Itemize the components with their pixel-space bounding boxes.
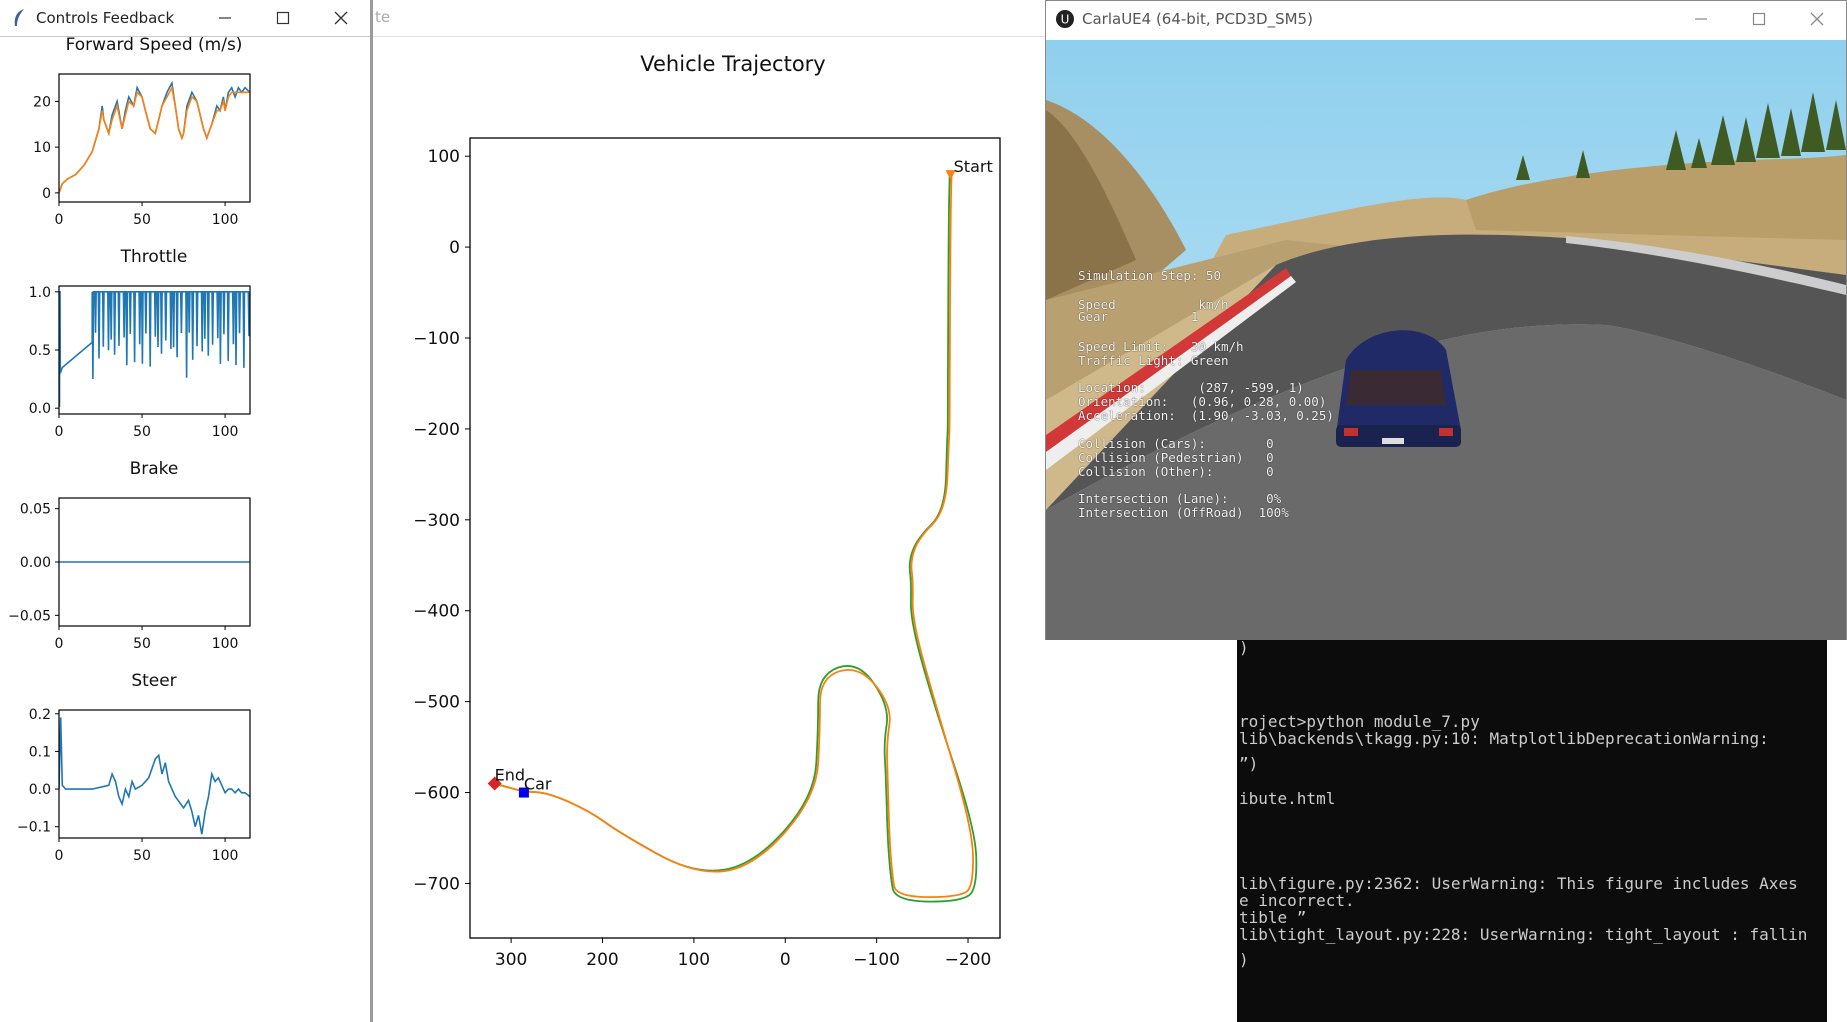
controls-titlebar[interactable]: Controls Feedback xyxy=(0,0,370,36)
subplot-axes xyxy=(58,73,251,203)
y-tick-label: 0.0 xyxy=(29,782,51,798)
hud-line: Acceleration: (1.90, -3.03, 0.25) xyxy=(1078,408,1334,423)
hud-line: Intersection (OffRoad) 100% xyxy=(1078,505,1289,520)
series-line xyxy=(59,717,250,835)
carla-window[interactable]: U CarlaUE4 (64-bit, PCD3D_SM5) Simulatio… xyxy=(1045,0,1847,640)
subplot-axes xyxy=(58,709,251,839)
y-tick-label: 10 xyxy=(33,140,51,156)
controls-feedback-window: Controls Feedback Forward Speed (m/s) 20 1… xyxy=(0,0,373,1022)
terminal-line: ibute.html xyxy=(1239,789,1336,808)
series-line xyxy=(59,291,250,407)
hud-line: Traffic Light: Green xyxy=(1078,353,1229,368)
y-tick-label: 0 xyxy=(449,238,460,258)
trajectory-line xyxy=(492,174,978,903)
close-button[interactable] xyxy=(1788,1,1846,37)
hud-line: Collision (Other): 0 xyxy=(1078,464,1274,479)
subplot-title: Steer xyxy=(131,671,176,691)
x-tick-label: 0 xyxy=(55,848,64,864)
x-tick-label: 50 xyxy=(133,636,151,652)
x-tick-label: 100 xyxy=(212,636,239,652)
y-tick-label: 20 xyxy=(33,94,51,110)
trajectory-line xyxy=(492,174,974,899)
x-tick-label: 50 xyxy=(133,424,151,440)
subplot-title: Brake xyxy=(130,459,179,479)
hud-line: Collision (Cars): 0 xyxy=(1078,436,1274,451)
maximize-button[interactable] xyxy=(254,0,312,36)
subplot-title: Throttle xyxy=(120,247,188,267)
minimize-button[interactable] xyxy=(1672,1,1730,37)
minimize-button[interactable] xyxy=(196,0,254,36)
x-tick-label: 200 xyxy=(586,950,618,970)
y-tick-label: −0.05 xyxy=(8,608,51,624)
x-tick-label: 0 xyxy=(55,212,64,228)
y-tick-label: 0.1 xyxy=(29,744,51,760)
close-button[interactable] xyxy=(312,0,370,36)
x-tick-label: 100 xyxy=(212,848,239,864)
x-tick-label: 0 xyxy=(55,424,64,440)
y-tick-label: −200 xyxy=(413,420,460,440)
hud-line: Gear 1 xyxy=(1078,309,1199,324)
x-tick-label: 50 xyxy=(133,212,151,228)
terminal-line: lib\backends\tkagg.py:10: MatplotlibDepr… xyxy=(1239,729,1769,748)
feather-icon xyxy=(8,7,30,29)
y-tick-label: 0.2 xyxy=(29,707,51,723)
y-tick-label: −300 xyxy=(413,511,460,531)
trajectory-title: Vehicle Trajectory xyxy=(640,52,825,76)
y-tick-label: 100 xyxy=(428,147,460,167)
svg-text:U: U xyxy=(1061,13,1070,27)
hud-line: Orientation: (0.96, 0.28, 0.00) xyxy=(1078,394,1327,409)
x-tick-label: 0 xyxy=(55,636,64,652)
x-tick-label: 100 xyxy=(212,424,239,440)
end-label: End xyxy=(495,765,525,784)
controls-plots: Forward Speed (m/s)201000 50 100 Throttle1… xyxy=(8,37,251,864)
car-label: Car xyxy=(524,775,552,794)
y-tick-label: −0.1 xyxy=(17,820,51,836)
terminal-line: lib\tight_layout.py:228: UserWarning: ti… xyxy=(1239,925,1808,944)
terminal-line: ) xyxy=(1239,638,1249,657)
unreal-engine-icon: U xyxy=(1054,8,1076,30)
hud-line: Intersection (Lane): 0% xyxy=(1078,491,1282,506)
y-tick-label: 0 xyxy=(42,186,51,202)
hud-line: Location: (287, -599, 1) xyxy=(1078,380,1304,395)
x-tick-label: 100 xyxy=(678,950,710,970)
maximize-button[interactable] xyxy=(1730,1,1788,37)
carla-titlebar[interactable]: U CarlaUE4 (64-bit, PCD3D_SM5) xyxy=(1046,1,1846,37)
hud-line: Speed Limit: 30 km/h xyxy=(1078,339,1244,354)
x-tick-label: −100 xyxy=(853,950,900,970)
terminal-window[interactable]: ) roject>python module_7.py lib\backends\t… xyxy=(1237,638,1827,1022)
y-tick-label: 1.0 xyxy=(29,285,51,301)
subplot-title: Forward Speed (m/s) xyxy=(66,37,243,55)
trajectory-window-title-fragment: te xyxy=(375,8,391,26)
simulation-viewport[interactable]: Simulation Step: 50 Speed km/h Gear 1 Speed… xyxy=(1046,40,1846,640)
x-tick-label: 300 xyxy=(495,950,527,970)
hud-line: Collision (Pedestrian) 0 xyxy=(1078,450,1274,465)
y-tick-label: 0.0 xyxy=(29,401,51,417)
y-tick-label: −700 xyxy=(413,874,460,894)
y-tick-label: −600 xyxy=(413,784,460,804)
controls-window-title: Controls Feedback xyxy=(36,9,175,27)
y-tick-label: 0.05 xyxy=(20,502,51,518)
y-tick-label: −100 xyxy=(413,329,460,349)
y-tick-label: 0.5 xyxy=(29,343,51,359)
carla-window-title: CarlaUE4 (64-bit, PCD3D_SM5) xyxy=(1082,10,1313,28)
y-tick-label: −400 xyxy=(413,602,460,622)
terminal-line: ”) xyxy=(1239,754,1259,773)
start-label: Start xyxy=(954,157,993,176)
y-tick-label: 0.00 xyxy=(20,555,51,571)
trajectory-plot: Vehicle Trajectory 100 0 −100 −200 −300 −400 −… xyxy=(413,52,1001,970)
x-tick-label: −200 xyxy=(945,950,992,970)
x-tick-label: 0 xyxy=(780,950,791,970)
hud-line: Simulation Step: 50 xyxy=(1078,268,1221,283)
terminal-line: ) xyxy=(1239,950,1249,969)
x-tick-label: 50 xyxy=(133,848,151,864)
x-tick-label: 100 xyxy=(212,212,239,228)
y-tick-label: −500 xyxy=(413,693,460,713)
series-line xyxy=(59,80,250,194)
